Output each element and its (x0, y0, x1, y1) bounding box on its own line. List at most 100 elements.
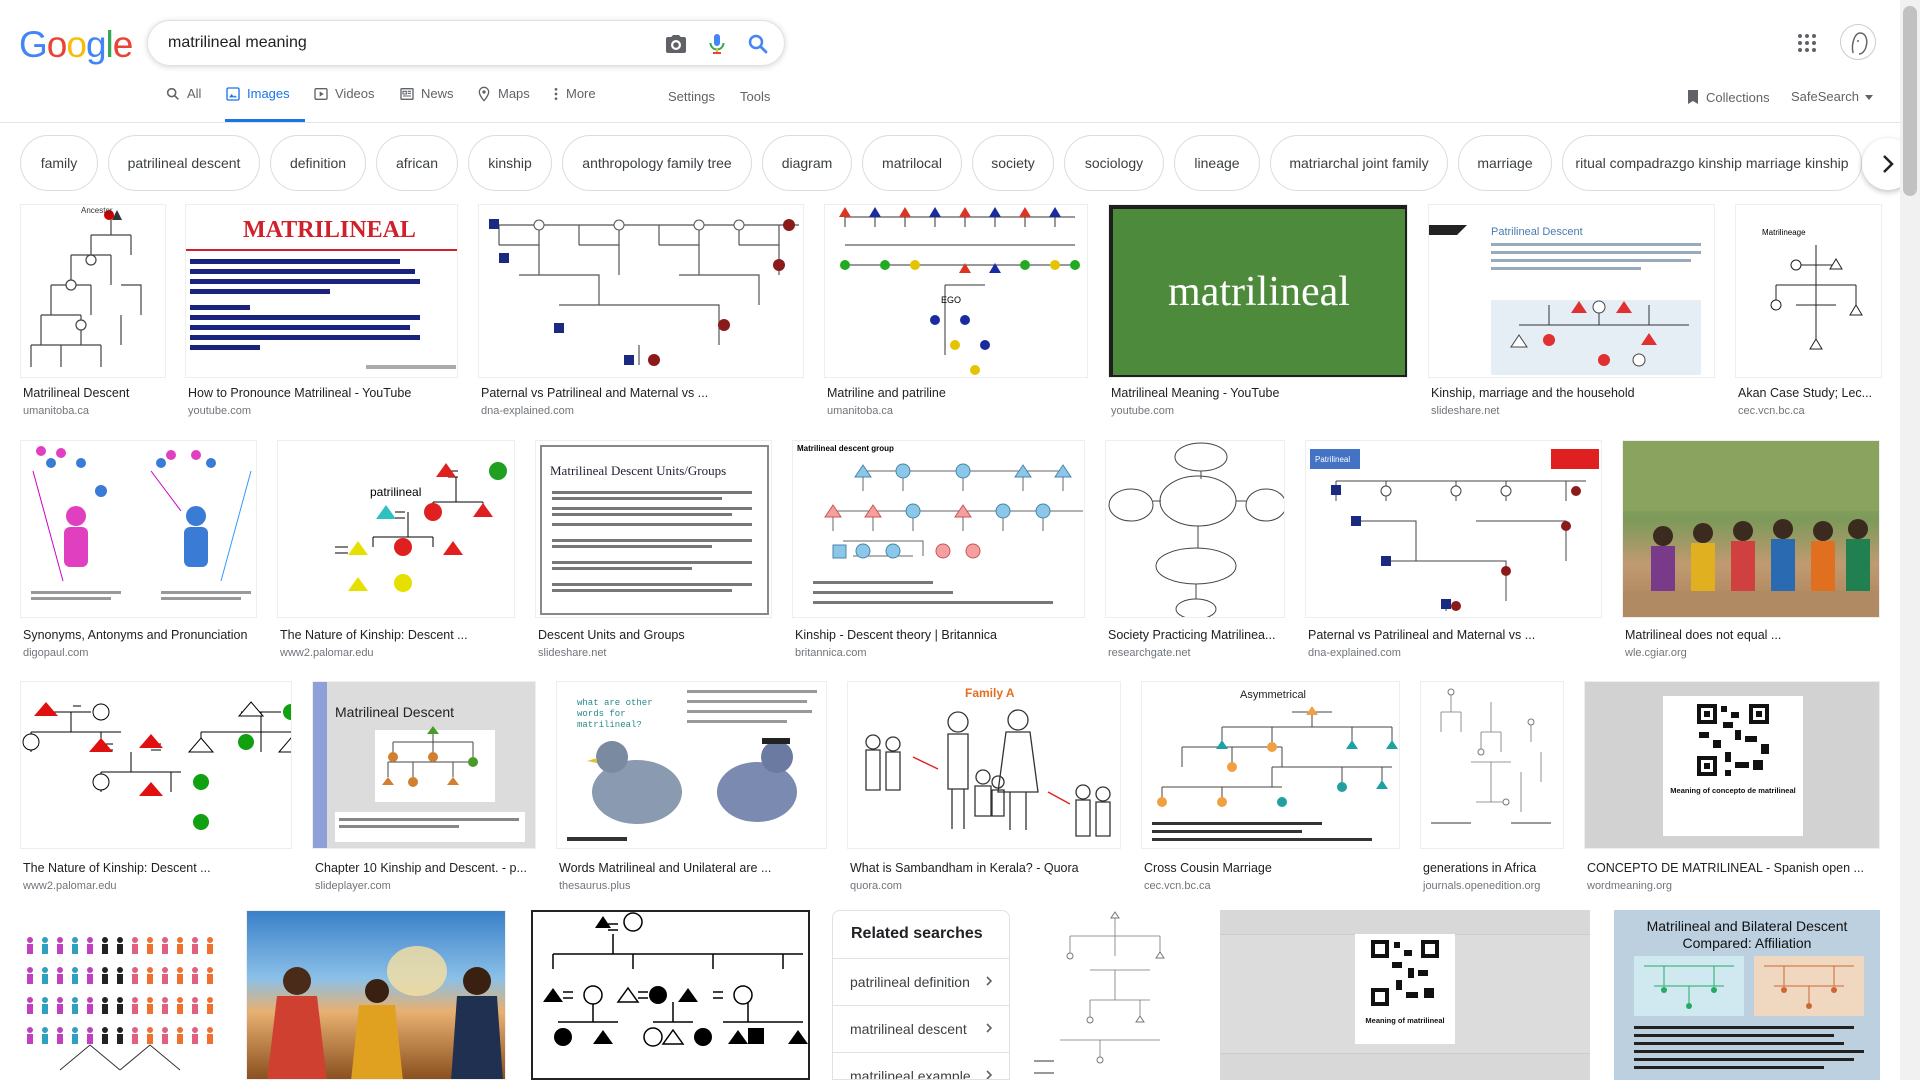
tab-all[interactable]: All (165, 86, 201, 122)
result-image[interactable]: Matrilineage (1735, 204, 1882, 378)
chip-patrilineal-descent[interactable]: patrilineal descent (108, 135, 260, 191)
result-card[interactable]: Matrilineal Descent Units/Groups Descent… (535, 440, 775, 659)
result-card[interactable]: Meaning of concepto de matrilineal CONCE… (1584, 681, 1883, 892)
result-card[interactable]: Matrilineal Descent Chapter 10 Kinship a… (312, 681, 539, 892)
result-image[interactable]: Matrilineal Descent Units/Groups (535, 440, 772, 618)
result-card[interactable]: MATRILINEAL How to Pronounce Matrilineal… (185, 204, 458, 420)
result-image[interactable] (1030, 910, 1200, 1080)
result-title[interactable]: The Nature of Kinship: Descent ... (23, 861, 295, 875)
result-card[interactable]: Asymmetrical Cross Cousin Marriage cec.v… (1141, 681, 1400, 892)
google-logo[interactable]: Google (19, 24, 133, 66)
search-input[interactable]: matrilineal meaning (168, 34, 307, 52)
result-image[interactable]: Matrilineal descent group (792, 440, 1085, 618)
result-title[interactable]: generations in Africa (1423, 861, 1567, 875)
result-title[interactable]: Akan Case Study; Lec... (1738, 386, 1885, 400)
result-card[interactable]: Society Practicing Matrilinea... researc… (1105, 440, 1288, 659)
chip-definition[interactable]: definition (270, 135, 366, 191)
result-image[interactable]: Patrilineal (1305, 440, 1602, 618)
result-title[interactable]: Matriline and patriline (827, 386, 1091, 400)
result-image[interactable]: matrilineal (1108, 204, 1408, 378)
result-image[interactable] (20, 440, 257, 618)
result-title[interactable]: Paternal vs Patrilineal and Maternal vs … (481, 386, 807, 400)
result-source[interactable]: dna-explained.com (1308, 647, 1401, 659)
result-source[interactable]: researchgate.net (1108, 647, 1191, 659)
result-title[interactable]: Matrilineal Meaning - YouTube (1111, 386, 1411, 400)
collections-link[interactable]: Collections (1686, 89, 1770, 105)
result-source[interactable]: thesaurus.plus (559, 880, 631, 892)
result-title[interactable]: Matrilineal does not equal ... (1625, 628, 1883, 642)
chip-marriage[interactable]: marriage (1458, 135, 1552, 191)
tools-link[interactable]: Tools (740, 89, 770, 104)
tab-videos[interactable]: Videos (313, 86, 375, 122)
result-image[interactable] (478, 204, 804, 378)
result-image[interactable]: Meaning of concepto de matrilineal (1584, 681, 1880, 849)
result-image[interactable]: Family A (847, 681, 1121, 849)
result-card[interactable]: Matrilineal does not equal ... wle.cgiar… (1622, 440, 1883, 659)
result-image[interactable] (1105, 440, 1285, 618)
result-source[interactable]: journals.openedition.org (1423, 880, 1540, 892)
result-image[interactable] (246, 910, 506, 1080)
related-search-item[interactable]: matrilineal descent (833, 1005, 1009, 1051)
chip-kinship[interactable]: kinship (468, 135, 552, 191)
result-card[interactable]: Ancestor Matrilineal Descent umanitoba.c… (20, 204, 166, 420)
result-card[interactable]: Patrilineal Descent Kinship, marriage an… (1428, 204, 1715, 420)
chip-matrilocal[interactable]: matrilocal (862, 135, 962, 191)
result-image[interactable] (20, 910, 226, 1080)
result-source[interactable]: wordmeaning.org (1587, 880, 1672, 892)
result-source[interactable]: umanitoba.ca (827, 405, 893, 417)
result-title[interactable]: What is Sambandham in Kerala? - Quora (850, 861, 1124, 875)
result-source[interactable]: digopaul.com (23, 647, 88, 659)
result-image[interactable]: Asymmetrical (1141, 681, 1400, 849)
result-card[interactable]: matrilineal Matrilineal Meaning - YouTub… (1108, 204, 1408, 420)
result-title[interactable]: CONCEPTO DE MATRILINEAL - Spanish open .… (1587, 861, 1883, 875)
result-source[interactable]: www2.palomar.edu (23, 880, 117, 892)
result-source[interactable]: slideshare.net (538, 647, 607, 659)
result-source[interactable]: wle.cgiar.org (1625, 647, 1687, 659)
result-image[interactable] (1622, 440, 1880, 618)
result-card[interactable]: generations in Africa journals.openediti… (1420, 681, 1567, 892)
result-card[interactable]: EGO Matriline and patriline umanitoba.ca (824, 204, 1088, 420)
result-title[interactable]: How to Pronounce Matrilineal - YouTube (188, 386, 461, 400)
apps-grid-icon[interactable] (1795, 31, 1819, 55)
result-card[interactable]: Family A What is Sambandham in Kerala? -… (847, 681, 1124, 892)
result-title[interactable]: The Nature of Kinship: Descent ... (280, 628, 518, 642)
result-card[interactable]: Patrilineal Paternal vs Patrilineal and … (1305, 440, 1605, 659)
result-card[interactable]: Meaning of matrilineal (1220, 910, 1590, 1080)
result-image[interactable]: patrilineal (277, 440, 515, 618)
result-image[interactable]: EGO (824, 204, 1088, 378)
safesearch-toggle[interactable]: SafeSearch (1791, 89, 1873, 104)
result-title[interactable]: Chapter 10 Kinship and Descent. - p... (315, 861, 539, 875)
result-title[interactable]: Paternal vs Patrilineal and Maternal vs … (1308, 628, 1605, 642)
result-image[interactable]: what are other words for matrilineal? (556, 681, 827, 849)
result-card[interactable]: Matrilineage Akan Case Study; Lec... cec… (1735, 204, 1882, 420)
result-card[interactable]: patrilineal The Nature of Kinship: Desce… (277, 440, 518, 659)
result-source[interactable]: cec.vcn.bc.ca (1144, 880, 1211, 892)
result-card[interactable]: Synonyms, Antonyms and Pronunciation dig… (20, 440, 257, 659)
result-source[interactable]: cec.vcn.bc.ca (1738, 405, 1805, 417)
result-source[interactable]: slideplayer.com (315, 880, 391, 892)
result-title[interactable]: Kinship, marriage and the household (1431, 386, 1718, 400)
result-image[interactable]: Meaning of matrilineal (1220, 910, 1590, 1080)
result-image[interactable]: Patrilineal Descent (1428, 204, 1715, 378)
result-card[interactable]: The Nature of Kinship: Descent ... www2.… (20, 681, 295, 892)
result-source[interactable]: www2.palomar.edu (280, 647, 374, 659)
result-image[interactable]: Ancestor (20, 204, 166, 378)
tab-more[interactable]: More (552, 86, 596, 122)
page-scrollbar[interactable] (1900, 0, 1920, 1080)
result-image[interactable] (20, 681, 292, 849)
related-search-item[interactable]: matrilineal example (833, 1052, 1009, 1079)
related-search-item[interactable]: patrilineal definition (833, 958, 1009, 1004)
result-source[interactable]: slideshare.net (1431, 405, 1500, 417)
result-image[interactable]: Matrilineal Descent (312, 681, 536, 849)
result-source[interactable]: britannica.com (795, 647, 867, 659)
result-title[interactable]: Descent Units and Groups (538, 628, 775, 642)
result-card[interactable]: what are other words for matrilineal? Wo… (556, 681, 827, 892)
result-title[interactable]: Kinship - Descent theory | Britannica (795, 628, 1088, 642)
result-source[interactable]: youtube.com (188, 405, 251, 417)
search-box[interactable]: matrilineal meaning (147, 20, 785, 66)
result-title[interactable]: Society Practicing Matrilinea... (1108, 628, 1288, 642)
result-title[interactable]: Matrilineal Descent (23, 386, 169, 400)
result-card[interactable]: Matrilineal and Bilateral Descent Compar… (1614, 910, 1880, 1080)
chip-lineage[interactable]: lineage (1174, 135, 1260, 191)
chip-ritual-compadrazgo[interactable]: ritual compadrazgo kinship marriage kins… (1562, 135, 1862, 191)
